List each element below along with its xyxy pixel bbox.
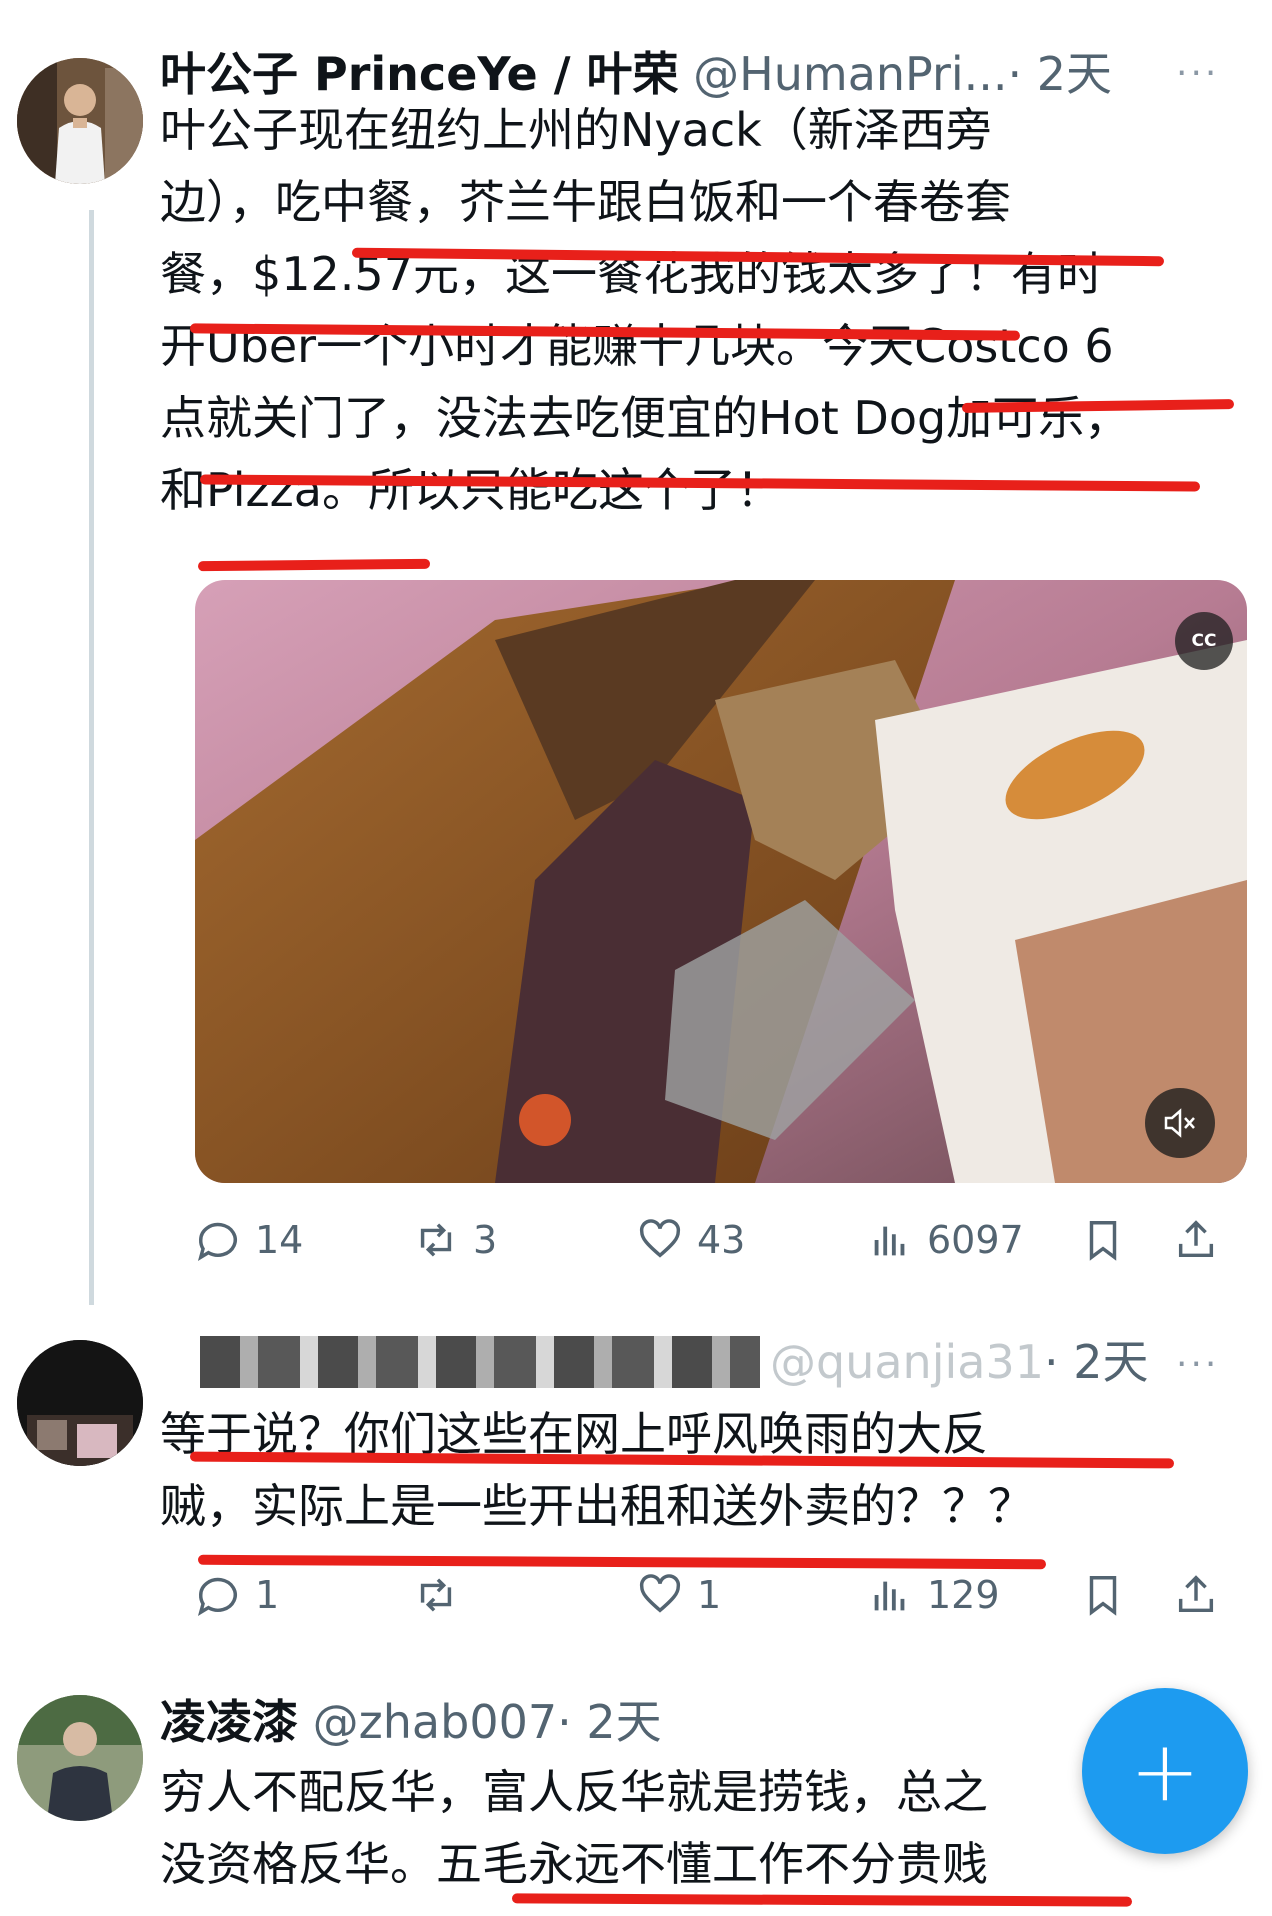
share-icon — [1178, 1575, 1214, 1613]
author-name[interactable]: 凌凌漆 — [160, 1695, 298, 1749]
thread-connector-line — [89, 210, 94, 1305]
red-underline-annotation — [511, 1893, 1133, 1907]
tweet-text-line: 穷人不配反华，富人反华就是捞钱，总之 — [160, 1765, 988, 1819]
retweet-button[interactable] — [413, 1565, 473, 1625]
tweet-text-line: 贼，实际上是一些开出租和送外卖的？？？ — [160, 1479, 1034, 1533]
share-button[interactable] — [1173, 1210, 1219, 1270]
mute-button[interactable] — [1145, 1088, 1215, 1158]
post-time[interactable]: · 2天 — [1044, 1335, 1149, 1389]
tweet-text-line: 点就关门了，没法去吃便宜的Hot Dog加可乐， — [160, 391, 1131, 445]
speaker-muted-icon — [1164, 1108, 1195, 1138]
closed-captions-button[interactable]: CC — [1175, 612, 1233, 670]
like-count: 1 — [697, 1573, 722, 1617]
view-count: 6097 — [927, 1218, 1024, 1262]
tweet-text: 穷人不配反华，富人反华就是捞钱，总之 没资格反华。五毛永远不懂工作不分贵贱 — [160, 1756, 988, 1900]
reply-button[interactable]: 14 — [195, 1210, 303, 1270]
bookmark-button[interactable] — [1080, 1210, 1126, 1270]
views-button[interactable]: 6097 — [867, 1210, 1024, 1270]
video-frame — [195, 580, 1247, 1183]
share-icon — [1178, 1220, 1214, 1258]
retweet-button[interactable]: 3 — [413, 1210, 497, 1270]
reply-icon — [197, 1577, 237, 1616]
views-button[interactable]: 129 — [867, 1565, 1000, 1625]
view-count: 129 — [927, 1573, 1000, 1617]
author-name[interactable]: 叶公子 PrinceYe / 叶荣 — [160, 47, 679, 101]
tweet-text: 叶公子现在纽约上州的Nyack（新泽西旁 边），吃中餐，芥兰牛跟白饭和一个春卷套… — [160, 94, 1130, 526]
avatar-photo — [17, 1340, 143, 1466]
red-underline-annotation — [197, 558, 431, 572]
tweet-actions: 1 1 129 — [195, 1565, 1240, 1625]
reply-count: 14 — [255, 1218, 304, 1262]
tweet-text-line: 餐，$12.57元，这一餐花我的钱太多了！有时 — [160, 247, 1103, 301]
tweet-actions: 14 3 43 6097 — [195, 1210, 1240, 1270]
heart-icon — [639, 1574, 681, 1613]
author-handle[interactable]: @quanjia31 — [770, 1335, 1044, 1389]
retweet-icon — [420, 1578, 452, 1612]
avatar[interactable] — [17, 1695, 143, 1821]
post-time[interactable]: · 2天 — [557, 1695, 662, 1749]
reply-icon — [197, 1222, 237, 1261]
author-handle[interactable]: @zhab007 — [313, 1695, 558, 1749]
share-button[interactable] — [1173, 1565, 1219, 1625]
views-chart-icon — [874, 1226, 905, 1256]
author-handle[interactable]: @HumanPri... — [693, 47, 1007, 101]
more-options-icon[interactable]: ··· — [1176, 1347, 1219, 1383]
tweet-text-line: 叶公子现在纽约上州的Nyack（新泽西旁 — [160, 103, 992, 157]
like-button[interactable]: 1 — [637, 1565, 721, 1625]
retweet-icon — [420, 1223, 452, 1257]
tweet-text-line: 边），吃中餐，芥兰牛跟白饭和一个春卷套 — [160, 175, 1011, 229]
heart-icon — [639, 1219, 681, 1258]
tweet-text-line: 没资格反华。五毛永远不懂工作不分贵贱 — [160, 1837, 988, 1891]
plus-icon: + — [1129, 1722, 1201, 1820]
tweet-header: 凌凌漆 @zhab007· 2天 — [160, 1694, 662, 1750]
views-chart-icon — [874, 1581, 905, 1611]
like-count: 43 — [697, 1218, 746, 1262]
tweet-header: @quanjia31· 2天 — [770, 1334, 1149, 1390]
tweet-text: 等于说？你们这些在网上呼风唤雨的大反 贼，实际上是一些开出租和送外卖的？？？ — [160, 1398, 1034, 1542]
retweet-count: 3 — [473, 1218, 498, 1262]
video-player[interactable]: CC — [195, 580, 1247, 1183]
reply-count: 1 — [255, 1573, 280, 1617]
like-button[interactable]: 43 — [637, 1210, 745, 1270]
bookmark-button[interactable] — [1080, 1565, 1126, 1625]
avatar[interactable] — [17, 1340, 143, 1466]
post-time[interactable]: · 2天 — [1008, 47, 1113, 101]
bookmark-icon — [1089, 1576, 1117, 1616]
compose-post-button[interactable]: + — [1082, 1688, 1248, 1854]
redacted-username-block — [200, 1336, 760, 1388]
tweet-text-line: 开Uber一个小时才能赚十几块。今天Costco 6 — [160, 319, 1114, 373]
avatar[interactable] — [17, 58, 143, 184]
reply-button[interactable]: 1 — [195, 1565, 279, 1625]
bookmark-icon — [1089, 1221, 1117, 1261]
avatar-photo — [17, 58, 143, 184]
more-options-icon[interactable]: ··· — [1176, 56, 1219, 92]
tweet-text-line: 和Pizza。所以只能吃这个了！ — [160, 463, 782, 517]
avatar-photo — [17, 1695, 143, 1821]
